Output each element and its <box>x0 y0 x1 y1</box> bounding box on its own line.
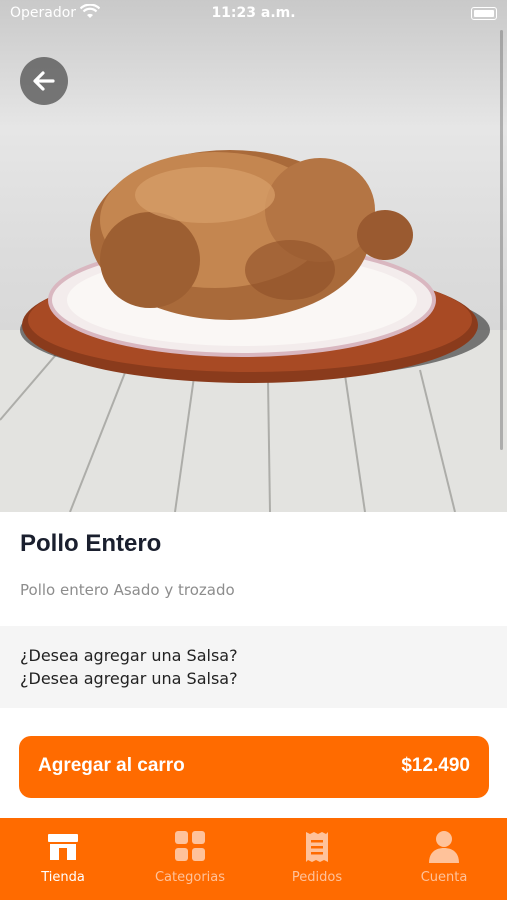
back-button[interactable] <box>20 57 68 105</box>
product-price: $12.490 <box>401 755 470 776</box>
tab-label: Cuenta <box>420 870 468 885</box>
tab-label: Pedidos <box>291 870 343 885</box>
bottom-tab-bar: Tienda Categorias Pedidos Cuenta <box>0 818 507 900</box>
store-icon <box>0 830 126 866</box>
receipt-icon <box>254 830 380 866</box>
tab-categorias[interactable]: Categorias <box>127 818 253 900</box>
grid-icon <box>127 830 253 866</box>
tab-cuenta[interactable]: Cuenta <box>381 818 507 900</box>
product-image <box>0 0 507 512</box>
add-to-cart-button[interactable]: Agregar al carro $12.490 <box>19 736 489 798</box>
tab-tienda[interactable]: Tienda <box>0 818 126 900</box>
tab-pedidos[interactable]: Pedidos <box>254 818 380 900</box>
roast-chicken-image <box>0 150 507 512</box>
status-bar: Operador 11:23 a.m. <box>0 0 507 28</box>
sauce-option-section[interactable]: ¿Desea agregar una Salsa? ¿Desea agregar… <box>0 626 507 708</box>
arrow-left-icon <box>33 71 55 91</box>
add-to-cart-label: Agregar al carro <box>38 755 185 776</box>
battery-icon <box>471 7 497 20</box>
clock: 11:23 a.m. <box>211 5 296 21</box>
product-description: Pollo entero Asado y trozado <box>20 581 235 599</box>
tab-label: Categorias <box>154 870 226 885</box>
scrollbar[interactable] <box>500 30 503 450</box>
user-icon <box>381 830 507 866</box>
tab-label: Tienda <box>41 870 85 885</box>
sauce-prompt-1: ¿Desea agregar una Salsa? <box>20 646 238 665</box>
sauce-prompt-2: ¿Desea agregar una Salsa? <box>20 669 238 688</box>
product-title: Pollo Entero <box>20 530 162 557</box>
